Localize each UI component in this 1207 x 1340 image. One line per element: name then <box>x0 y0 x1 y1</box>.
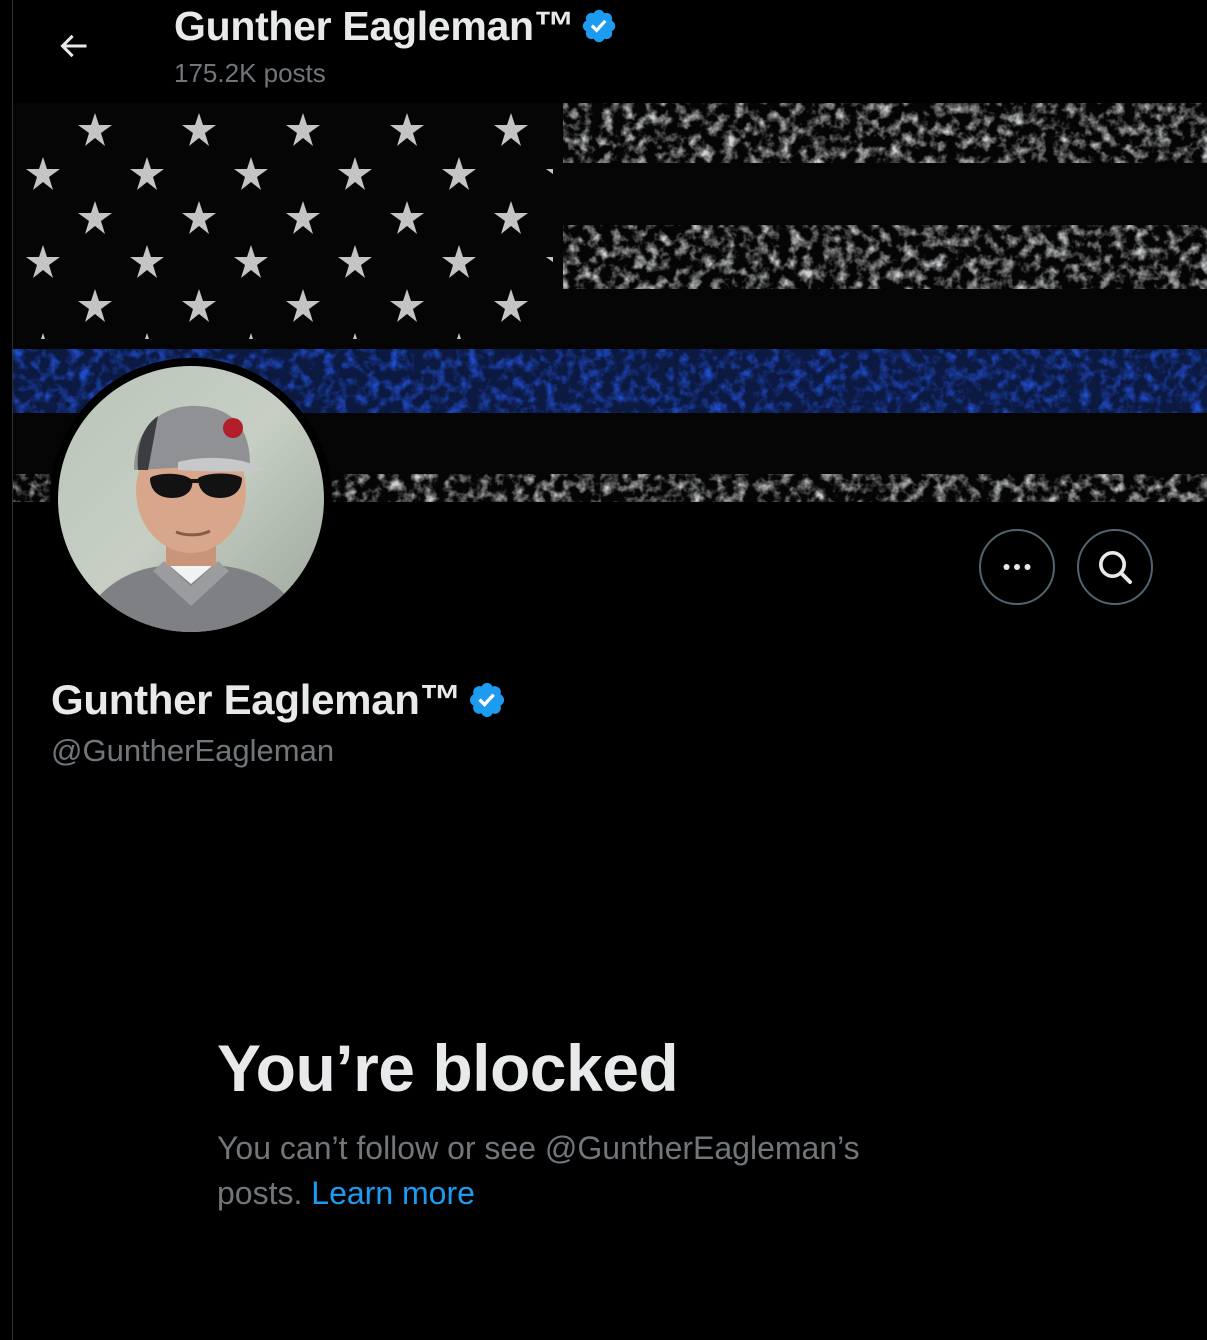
avatar-frame[interactable] <box>50 358 332 640</box>
more-options-button[interactable] <box>979 529 1055 605</box>
header-post-count: 175.2K posts <box>174 58 326 88</box>
avatar[interactable] <box>58 366 324 632</box>
blocked-message: You can’t follow or see @GuntherEagleman… <box>217 1126 937 1216</box>
blocked-title: You’re blocked <box>217 1031 679 1105</box>
search-posts-button[interactable] <box>1077 529 1153 605</box>
arrow-left-icon <box>60 34 87 58</box>
verified-badge-icon <box>583 9 616 43</box>
avatar-image <box>58 366 324 632</box>
learn-more-link[interactable]: Learn more <box>311 1175 475 1211</box>
back-button[interactable] <box>51 24 95 68</box>
profile-name-row: Gunther Eagleman™ <box>51 672 507 728</box>
search-icon <box>1099 551 1132 584</box>
profile-header-bar: Gunther Eagleman™ 175.2K posts <box>13 0 1207 103</box>
profile-display-name: Gunther Eagleman™ <box>51 676 462 723</box>
more-icon <box>1003 564 1031 570</box>
header-display-name: Gunther Eagleman™ <box>174 2 575 49</box>
header-title-row: Gunther Eagleman™ <box>174 0 618 52</box>
verified-badge-icon[interactable] <box>467 680 507 720</box>
profile-handle: @GuntherEagleman <box>51 733 335 768</box>
